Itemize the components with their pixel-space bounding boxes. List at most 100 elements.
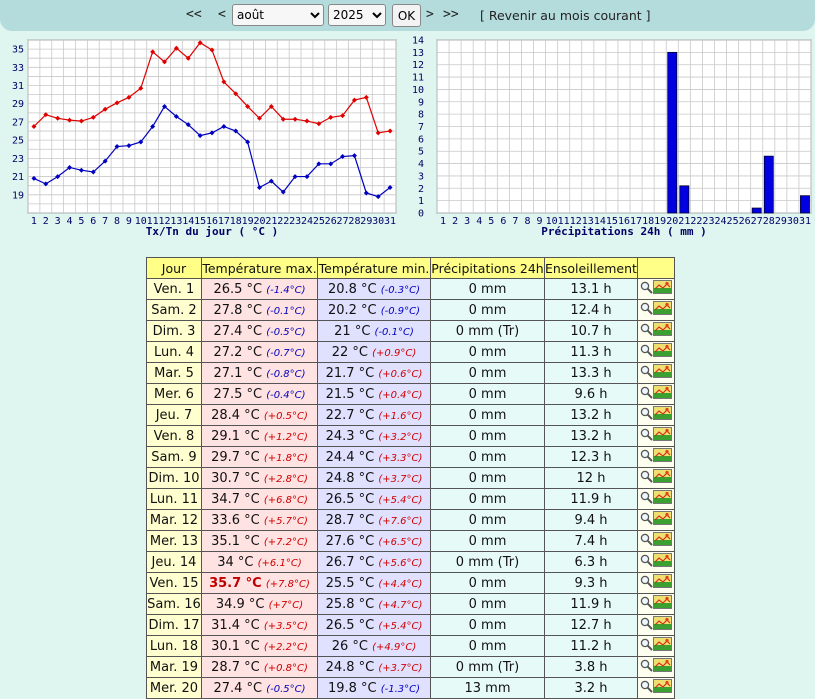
magnifier-icon[interactable] [640, 638, 653, 655]
magnifier-icon[interactable] [640, 323, 653, 340]
min-temp-cell: 28.7 °C (+7.6°C) [317, 509, 431, 531]
min-temp-deviation: (+3.7°C) [378, 473, 423, 485]
max-temp-cell: 33.6 °C (+5.7°C) [201, 509, 318, 531]
magnifier-icon[interactable] [640, 554, 653, 571]
precipitation-cell: 0 mm [430, 593, 545, 615]
min-temp-cell: 25.8 °C (+4.7°C) [317, 593, 431, 615]
weather-map-icon[interactable] [652, 658, 672, 676]
previous-month-link[interactable]: < [218, 7, 226, 22]
y-tick-label: 23 [12, 154, 24, 165]
max-temp-deviation: (+1.2°C) [263, 431, 308, 443]
sunshine-cell: 11.2 h [544, 635, 638, 657]
magnifier-icon[interactable] [640, 659, 653, 676]
y-tick-label: 8 [418, 110, 424, 121]
actions-cell [636, 488, 675, 510]
x-tick-label: 6 [90, 216, 96, 227]
y-tick-label: 12 [412, 60, 424, 71]
magnifier-icon[interactable] [640, 449, 653, 466]
weather-map-icon[interactable] [652, 322, 672, 340]
next-month-link[interactable]: > [426, 7, 434, 22]
min-temp-cell: 21 °C (-0.1°C) [317, 320, 431, 342]
x-tick-label: 4 [476, 216, 482, 227]
weather-map-icon[interactable] [652, 490, 672, 508]
next-year-link[interactable]: >> [443, 7, 459, 22]
max-temp-deviation: (-0.4°C) [266, 389, 306, 401]
max-temp-deviation: (-1.4°C) [266, 284, 306, 296]
weather-map-icon[interactable] [652, 595, 672, 613]
table-header-row: Jour Température max. Température min. P… [146, 257, 675, 279]
x-tick-label: 31 [799, 216, 811, 227]
weather-map-icon[interactable] [652, 532, 672, 550]
magnifier-icon[interactable] [640, 407, 653, 424]
y-tick-label: 0 [418, 209, 424, 220]
weather-map-icon[interactable] [652, 364, 672, 382]
sunshine-cell: 12 h [544, 467, 638, 489]
magnifier-icon[interactable] [640, 470, 653, 487]
max-temp-cell: 35.7 °C (+7.8°C) [201, 572, 318, 594]
actions-cell [636, 635, 675, 657]
day-cell: Mer. 13 [146, 530, 202, 552]
weather-map-icon[interactable] [652, 574, 672, 592]
actions-cell [636, 341, 675, 363]
magnifier-icon[interactable] [640, 596, 653, 613]
magnifier-icon[interactable] [640, 512, 653, 529]
x-tick-label: 25 [313, 216, 325, 227]
weather-map-icon[interactable] [652, 448, 672, 466]
actions-cell [636, 467, 675, 489]
min-temp-deviation: (+5.4°C) [378, 494, 423, 506]
ok-button[interactable]: OK [392, 4, 421, 27]
weather-map-icon[interactable] [652, 679, 672, 697]
x-tick-label: 26 [739, 216, 751, 227]
magnifier-icon[interactable] [640, 533, 653, 550]
min-temp-cell: 26.7 °C (+5.6°C) [317, 551, 431, 573]
x-tick-label: 31 [384, 216, 396, 227]
magnifier-icon[interactable] [640, 491, 653, 508]
magnifier-icon[interactable] [640, 680, 653, 697]
month-select[interactable]: août [232, 4, 324, 26]
weather-map-icon[interactable] [652, 427, 672, 445]
table-row: Dim. 3 27.4 °C (-0.5°C) 21 °C (-0.1°C) 0 mm… [146, 320, 675, 342]
x-axis-label: Précipitations 24h ( mm ) [541, 225, 707, 238]
weather-map-icon[interactable] [652, 637, 672, 655]
weather-map-icon[interactable] [652, 301, 672, 319]
magnifier-icon[interactable] [640, 281, 653, 298]
precipitation-cell: 0 mm [430, 341, 545, 363]
magnifier-icon[interactable] [640, 365, 653, 382]
current-month-link[interactable]: [ Revenir au mois courant ] [480, 8, 651, 23]
max-temp-value: 34.9 °C [215, 596, 265, 612]
x-tick-label: 24 [301, 216, 313, 227]
precipitation-cell: 0 mm [430, 530, 545, 552]
x-tick-label: 3 [464, 216, 470, 227]
y-tick-label: 25 [12, 136, 24, 147]
magnifier-icon[interactable] [640, 617, 653, 634]
magnifier-icon[interactable] [640, 302, 653, 319]
weather-map-icon[interactable] [652, 406, 672, 424]
weather-map-icon[interactable] [652, 511, 672, 529]
table-row: Mar. 12 33.6 °C (+5.7°C) 28.7 °C (+7.6°C) 0… [146, 509, 675, 531]
min-temp-deviation: (+0.4°C) [378, 389, 423, 401]
max-temp-cell: 27.5 °C (-0.4°C) [201, 383, 318, 405]
sunshine-cell: 6.3 h [544, 551, 638, 573]
precipitation-cell: 0 mm [430, 299, 545, 321]
sunshine-cell: 7.4 h [544, 530, 638, 552]
weather-map-icon[interactable] [652, 553, 672, 571]
year-select[interactable]: 2025 [328, 4, 386, 26]
weather-map-icon[interactable] [652, 385, 672, 403]
magnifier-icon[interactable] [640, 386, 653, 403]
magnifier-icon[interactable] [640, 575, 653, 592]
weather-map-icon[interactable] [652, 343, 672, 361]
min-temp-deviation: (+4.7°C) [378, 599, 423, 611]
weather-map-icon[interactable] [652, 280, 672, 298]
sunshine-cell: 10.7 h [544, 320, 638, 342]
actions-cell [636, 299, 675, 321]
table-row: Jeu. 14 34 °C (+6.1°C) 26.7 °C (+5.6°C) 0 m… [146, 551, 675, 573]
magnifier-icon[interactable] [640, 428, 653, 445]
x-tick-label: 25 [727, 216, 739, 227]
x-tick-label: 30 [787, 216, 799, 227]
weather-map-icon[interactable] [652, 469, 672, 487]
max-temp-cell: 29.7 °C (+1.8°C) [201, 446, 318, 468]
previous-year-link[interactable]: << [186, 7, 202, 22]
weather-map-icon[interactable] [652, 616, 672, 634]
magnifier-icon[interactable] [640, 344, 653, 361]
actions-cell [636, 362, 675, 384]
